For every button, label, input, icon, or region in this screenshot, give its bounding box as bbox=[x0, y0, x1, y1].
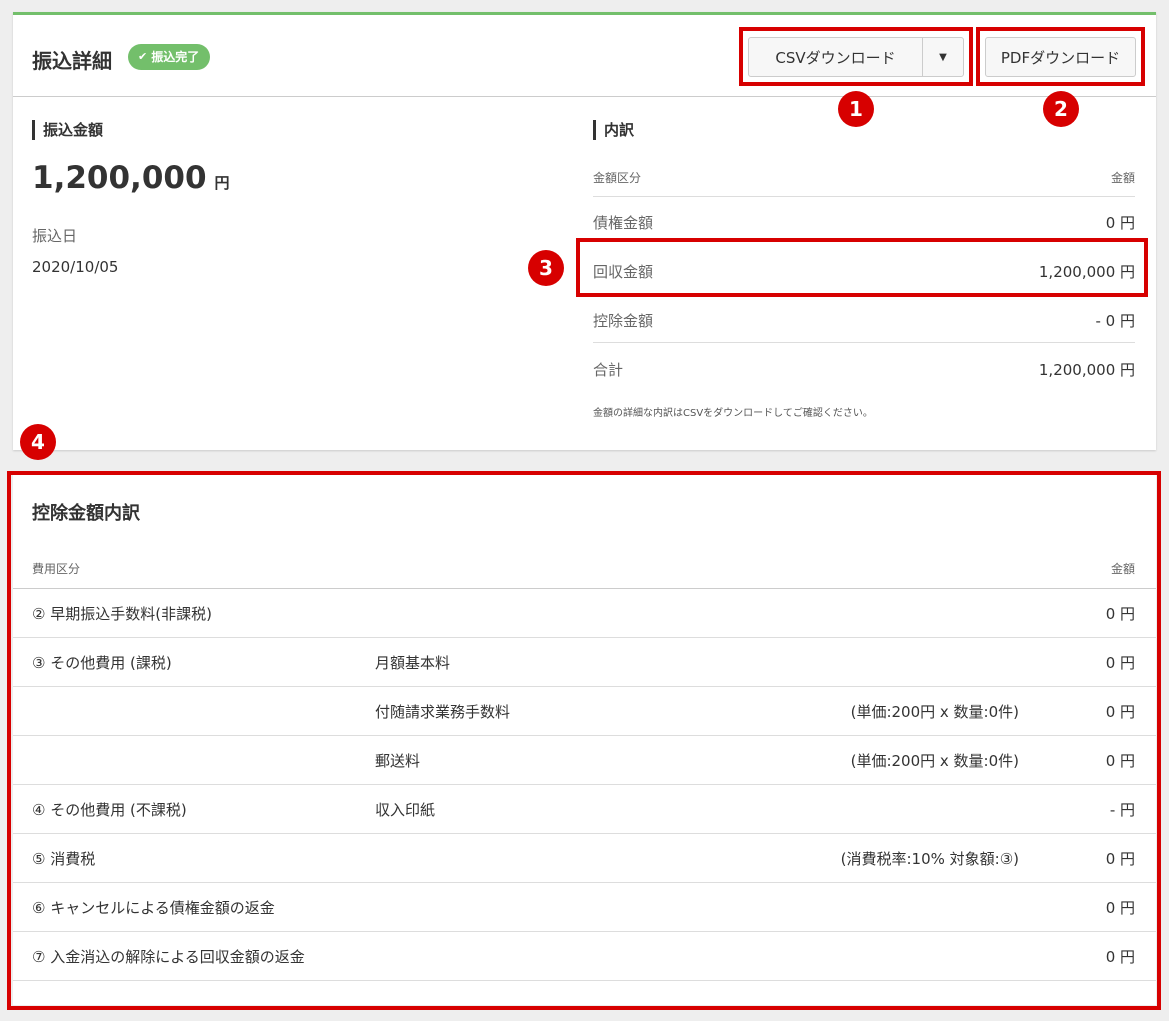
deduction-detail: (単価:200円 x 数量:0件) bbox=[850, 703, 1019, 721]
deduction-col-amount: 金額 bbox=[1110, 562, 1135, 576]
breakdown-row-label: 回収金額 bbox=[593, 263, 654, 281]
divider bbox=[13, 588, 1156, 589]
breakdown-row-label: 合計 bbox=[593, 361, 624, 379]
deduction-amount: 0 円 bbox=[1105, 752, 1135, 770]
status-badge: ✔ 振込完了 bbox=[128, 44, 211, 70]
breakdown-title: 内訳 bbox=[593, 120, 634, 140]
divider bbox=[13, 784, 1156, 785]
breakdown-note: 金額の詳細な内訳はCSVをダウンロードしてご確認ください。 bbox=[593, 408, 873, 419]
deduction-amount: 0 円 bbox=[1105, 703, 1135, 721]
deduction-detail: (単価:200円 x 数量:0件) bbox=[850, 752, 1019, 770]
divider bbox=[13, 686, 1156, 687]
deduction-amount: 0 円 bbox=[1105, 654, 1135, 672]
breakdown-col-category: 金額区分 bbox=[593, 171, 642, 185]
deduction-title: 控除金額内訳 bbox=[32, 503, 140, 524]
breakdown-row-value: 1,200,000 円 bbox=[1038, 263, 1135, 281]
deduction-category: ⑤ 消費税 bbox=[32, 850, 96, 868]
breakdown-row-value: 0 円 bbox=[1105, 214, 1135, 232]
divider bbox=[13, 980, 1156, 981]
deduction-category: ⑦ 入金消込の解除による回収金額の返金 bbox=[32, 948, 305, 966]
csv-dropdown-toggle[interactable]: ▼ bbox=[922, 37, 964, 77]
transfer-date-label: 振込日 bbox=[32, 227, 78, 245]
breakdown-row-value: - 0 円 bbox=[1095, 312, 1136, 330]
csv-download-label: CSVダウンロード bbox=[775, 48, 896, 67]
caret-down-icon: ▼ bbox=[939, 51, 947, 63]
transfer-amount-unit: 円 bbox=[214, 174, 230, 192]
breakdown-row-label: 債権金額 bbox=[593, 214, 654, 232]
deduction-amount: 0 円 bbox=[1105, 605, 1135, 623]
breakdown-row-label: 控除金額 bbox=[593, 312, 654, 330]
annotation-marker: 2 bbox=[1043, 91, 1079, 127]
breakdown-col-amount: 金額 bbox=[1110, 171, 1135, 185]
deduction-item: 付随請求業務手数料 bbox=[375, 703, 511, 721]
pdf-download-label: PDFダウンロード bbox=[1000, 48, 1121, 67]
deduction-breakdown-card: 控除金額内訳 費用区分 金額 ② 早期振込手数料(非課税) 0 円 ③ その他費… bbox=[13, 475, 1156, 1005]
page-title: 振込詳細 bbox=[32, 49, 112, 73]
deduction-category: ④ その他費用 (不課税) bbox=[32, 801, 187, 819]
deduction-amount: 0 円 bbox=[1105, 948, 1135, 966]
deduction-category: ⑥ キャンセルによる債権金額の返金 bbox=[32, 899, 275, 917]
csv-download-button[interactable]: CSVダウンロード bbox=[748, 37, 923, 77]
divider bbox=[13, 833, 1156, 834]
transfer-amount-label: 振込金額 bbox=[32, 120, 103, 140]
breakdown-row-value: 1,200,000 円 bbox=[1038, 361, 1135, 379]
divider bbox=[593, 196, 1135, 197]
deduction-amount: 0 円 bbox=[1105, 850, 1135, 868]
transfer-detail-card: 振込詳細 ✔ 振込完了 CSVダウンロード ▼ PDFダウンロード 振込金額 1… bbox=[13, 12, 1156, 450]
transfer-date-value: 2020/10/05 bbox=[32, 258, 119, 276]
status-badge-label: 振込完了 bbox=[151, 50, 200, 64]
deduction-item: 収入印紙 bbox=[375, 801, 436, 819]
annotation-marker: 1 bbox=[838, 91, 874, 127]
deduction-category: ③ その他費用 (課税) bbox=[32, 654, 172, 672]
deduction-item: 月額基本料 bbox=[375, 654, 451, 672]
deduction-detail: (消費税率:10% 対象額:③) bbox=[840, 850, 1019, 868]
annotation-marker: 3 bbox=[528, 250, 564, 286]
deduction-category: ② 早期振込手数料(非課税) bbox=[32, 605, 212, 623]
divider bbox=[13, 931, 1156, 932]
deduction-amount: - 円 bbox=[1109, 801, 1135, 819]
deduction-amount: 0 円 bbox=[1105, 899, 1135, 917]
transfer-amount: 1,200,000 円 bbox=[32, 160, 230, 196]
annotation-marker: 4 bbox=[20, 424, 56, 460]
divider bbox=[593, 342, 1135, 343]
header-divider bbox=[13, 96, 1156, 97]
check-icon: ✔ bbox=[138, 50, 148, 63]
deduction-item: 郵送料 bbox=[375, 752, 421, 770]
divider bbox=[13, 637, 1156, 638]
deduction-col-category: 費用区分 bbox=[32, 562, 81, 576]
transfer-amount-value: 1,200,000 bbox=[32, 160, 207, 196]
pdf-download-button[interactable]: PDFダウンロード bbox=[985, 37, 1136, 77]
divider bbox=[13, 735, 1156, 736]
divider bbox=[13, 882, 1156, 883]
